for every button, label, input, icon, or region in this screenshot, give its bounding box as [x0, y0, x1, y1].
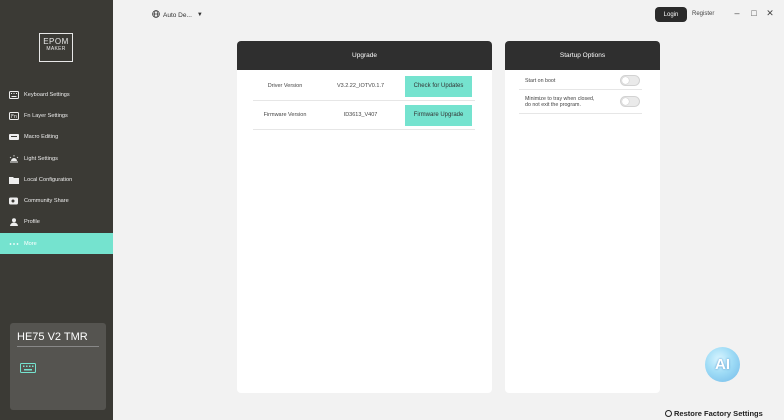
- sidebar-item-label: Community Share: [24, 198, 69, 205]
- restore-factory-settings-button[interactable]: Restore Factory Settings: [665, 409, 763, 418]
- firmware-upgrade-button[interactable]: Firmware Upgrade: [405, 104, 472, 126]
- start-on-boot-label: Start on boot: [525, 78, 556, 84]
- dots-icon: [9, 240, 19, 248]
- sidebar-item-local-configuration[interactable]: Local Configuration: [0, 169, 113, 190]
- startup-title: Startup Options: [505, 41, 660, 70]
- brand-logo: EPOM MAKER: [39, 33, 73, 62]
- maximize-button[interactable]: □: [749, 8, 759, 18]
- sidebar-item-light-settings[interactable]: Light Settings: [0, 148, 113, 169]
- minimize-to-tray-line2: do not exit the program.: [525, 102, 581, 108]
- sidebar-item-label: Keyboard Settings: [24, 91, 70, 98]
- toggle-knob: [622, 77, 629, 84]
- check-for-updates-button[interactable]: Check for Updates: [405, 75, 472, 97]
- sidebar-item-fn-layer-settings[interactable]: Fn Fn Layer Settings: [0, 105, 113, 126]
- minimize-to-tray-label: Minimize to tray when closed, do not exi…: [525, 96, 594, 108]
- upgrade-title: Upgrade: [237, 41, 492, 70]
- minimize-to-tray-row: Minimize to tray when closed, do not exi…: [519, 90, 642, 114]
- logo-line1: EPOM: [43, 37, 69, 46]
- divider: [17, 346, 99, 347]
- globe-icon: [152, 10, 160, 20]
- language-select[interactable]: Auto De... ▼: [152, 10, 203, 20]
- minimize-button[interactable]: –: [732, 8, 742, 18]
- start-on-boot-row: Start on boot: [519, 72, 642, 90]
- sidebar-nav: Keyboard Settings Fn Fn Layer Settings M…: [0, 84, 113, 255]
- sidebar-item-profile[interactable]: Profile: [0, 212, 113, 233]
- keyboard-icon: [9, 90, 19, 99]
- firmware-version-label: Firmware Version: [263, 112, 307, 118]
- fn-icon: Fn: [9, 111, 19, 120]
- sidebar-item-label: Macro Editing: [24, 134, 59, 141]
- firmware-version-value: ID3613_V407: [343, 112, 378, 118]
- toggle-knob: [622, 98, 629, 105]
- register-link[interactable]: Register: [692, 11, 714, 17]
- device-name: HE75 V2 TMR: [17, 331, 88, 343]
- keyboard-icon: [20, 360, 36, 378]
- share-icon: [9, 197, 19, 205]
- sidebar-item-macro-editing[interactable]: Macro Editing: [0, 127, 113, 148]
- logo-line2: MAKER: [46, 46, 66, 52]
- close-button[interactable]: ✕: [765, 8, 775, 19]
- sidebar-item-label: Fn Layer Settings: [24, 112, 68, 119]
- driver-version-value: V3.2.22_IOTV0.1.7: [336, 83, 385, 89]
- sidebar-item-more[interactable]: More: [0, 233, 113, 255]
- sidebar-item-label: Local Configuration: [24, 176, 73, 183]
- sidebar: EPOM MAKER Keyboard Settings Fn Fn Layer…: [0, 0, 113, 420]
- device-card[interactable]: HE75 V2 TMR: [10, 323, 106, 410]
- firmware-version-row: Firmware Version ID3613_V407 Firmware Up…: [253, 101, 475, 130]
- ai-assistant-button[interactable]: AI: [705, 347, 740, 382]
- sidebar-item-community-share[interactable]: Community Share: [0, 190, 113, 211]
- login-button[interactable]: Login: [655, 7, 687, 22]
- folder-icon: [9, 176, 19, 184]
- sidebar-item-label: Profile: [24, 219, 40, 226]
- minimize-to-tray-toggle[interactable]: [620, 96, 640, 107]
- light-icon: [9, 154, 19, 163]
- language-value: Auto De...: [163, 11, 192, 19]
- driver-version-row: Driver Version V3.2.22_IOTV0.1.7 Check f…: [253, 72, 475, 101]
- sidebar-item-label: More: [24, 240, 37, 247]
- sidebar-item-label: Light Settings: [24, 155, 58, 162]
- user-icon: [9, 218, 19, 227]
- svg-text:Fn: Fn: [11, 114, 17, 120]
- caret-down-icon: ▼: [196, 12, 203, 18]
- restore-icon: [665, 410, 672, 417]
- sidebar-item-keyboard-settings[interactable]: Keyboard Settings: [0, 84, 113, 105]
- driver-version-label: Driver Version: [267, 83, 303, 89]
- macro-icon: [9, 133, 19, 141]
- restore-label: Restore Factory Settings: [674, 409, 763, 418]
- start-on-boot-toggle[interactable]: [620, 75, 640, 86]
